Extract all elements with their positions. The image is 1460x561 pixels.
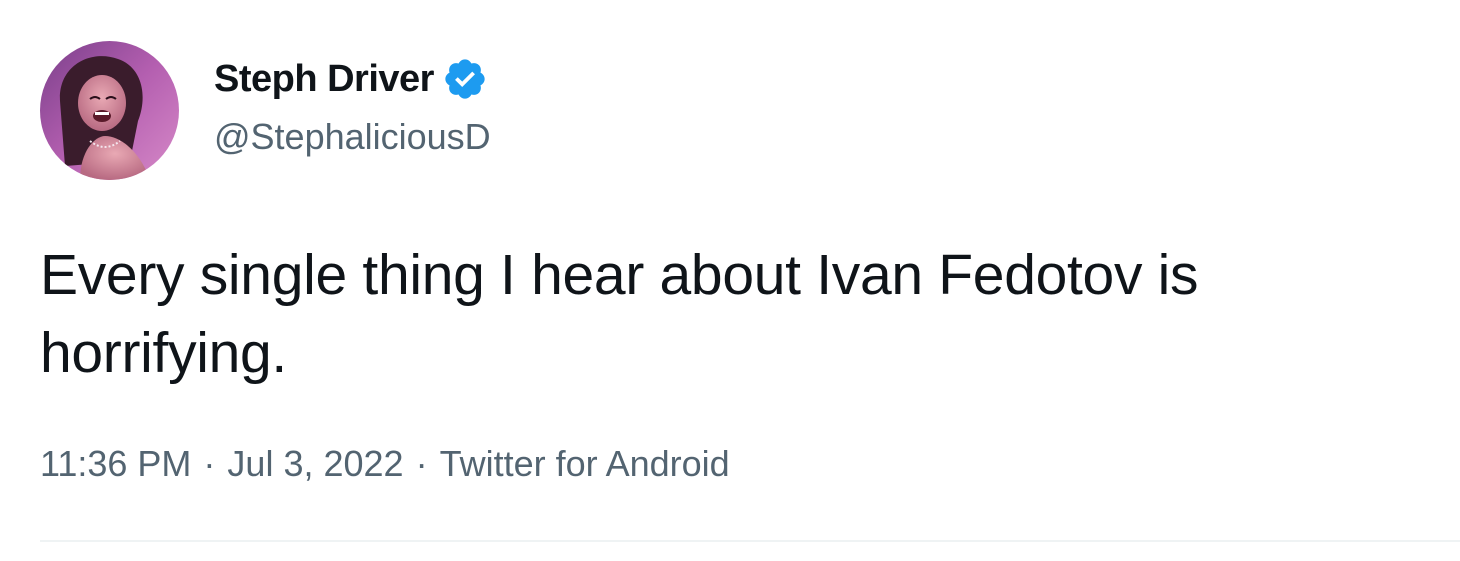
tweet-metadata: 11:36 PM · Jul 3, 2022 · Twitter for And… (40, 443, 730, 485)
tweet-text: Every single thing I hear about Ivan Fed… (40, 243, 1199, 385)
avatar[interactable] (40, 41, 179, 180)
avatar-photo-icon (40, 41, 179, 180)
meta-separator: · (415, 443, 428, 484)
divider (40, 540, 1460, 542)
author-name-row: Steph Driver (214, 56, 488, 102)
meta-separator: · (203, 443, 216, 484)
tweet-date[interactable]: Jul 3, 2022 (227, 443, 403, 485)
author-display-name[interactable]: Steph Driver (214, 58, 434, 101)
verified-badge-icon (442, 56, 488, 102)
tweet-source[interactable]: Twitter for Android (440, 443, 730, 485)
tweet-time[interactable]: 11:36 PM (40, 443, 191, 485)
tweet-card: Steph Driver @StephaliciousD Every singl… (0, 0, 1460, 561)
author-handle[interactable]: @StephaliciousD (214, 116, 491, 158)
